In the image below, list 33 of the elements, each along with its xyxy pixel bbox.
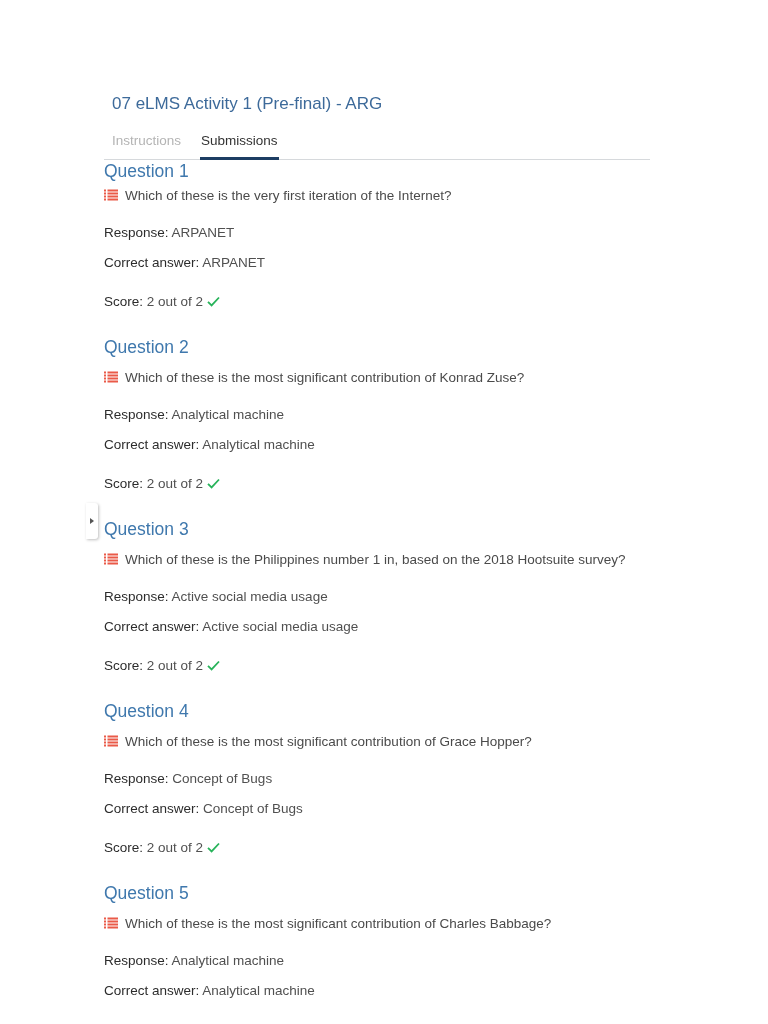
- tab[interactable]: Submissions: [200, 124, 279, 160]
- response-line: Response: Active social media usage: [104, 588, 328, 606]
- correct-answer-line: Correct answer: Active social media usage: [104, 618, 359, 636]
- response-line: Response: Analytical machine: [104, 406, 285, 424]
- list-icon: [104, 371, 118, 383]
- question-heading: Question 3: [104, 518, 189, 540]
- list-icon: [104, 735, 118, 747]
- score-text: Score: 2 out of 2: [104, 657, 204, 673]
- list-icon: [104, 553, 118, 565]
- correct-answer-line: Correct answer: Analytical machine: [104, 436, 315, 454]
- question-text: Which of these is the most significant contribution of Konrad Zuse?: [125, 369, 525, 385]
- question-text: Which of these is the most significant contribution of Charles Babbage?: [125, 915, 552, 931]
- score-text: Score: 2 out of 2: [104, 475, 204, 491]
- sidebar-toggle[interactable]: [86, 503, 98, 539]
- question-text: Which of these is the most significant contribution of Grace Hopper?: [125, 733, 532, 749]
- caret-right-icon: [90, 518, 94, 524]
- correct-answer-line: Correct answer: ARPANET: [104, 254, 266, 272]
- question-text: Which of these is the very first iteration of the Internet?: [125, 187, 452, 203]
- response-line: Response: Concept of Bugs: [104, 770, 273, 788]
- correct-answer-line: Correct answer: Concept of Bugs: [104, 800, 303, 818]
- activity-title: 07 eLMS Activity 1 (Pre-final) - ARG: [112, 93, 383, 115]
- score-text: Score: 2 out of 2: [104, 839, 204, 855]
- list-icon: [104, 917, 118, 929]
- question-heading: Question 4: [104, 700, 189, 722]
- question-heading: Question 2: [104, 336, 189, 358]
- list-icon: [104, 189, 118, 201]
- response-line: Response: Analytical machine: [104, 952, 285, 970]
- response-line: Response: ARPANET: [104, 224, 235, 242]
- question-heading: Question 1: [104, 160, 189, 182]
- score-text: Score: 2 out of 2: [104, 293, 204, 309]
- question-text: Which of these is the Philippines number 1 in, based on the 2018 Hootsuite survey?: [125, 551, 626, 567]
- correct-answer-line: Correct answer: Analytical machine: [104, 982, 315, 1000]
- question-heading: Question 5: [104, 882, 189, 904]
